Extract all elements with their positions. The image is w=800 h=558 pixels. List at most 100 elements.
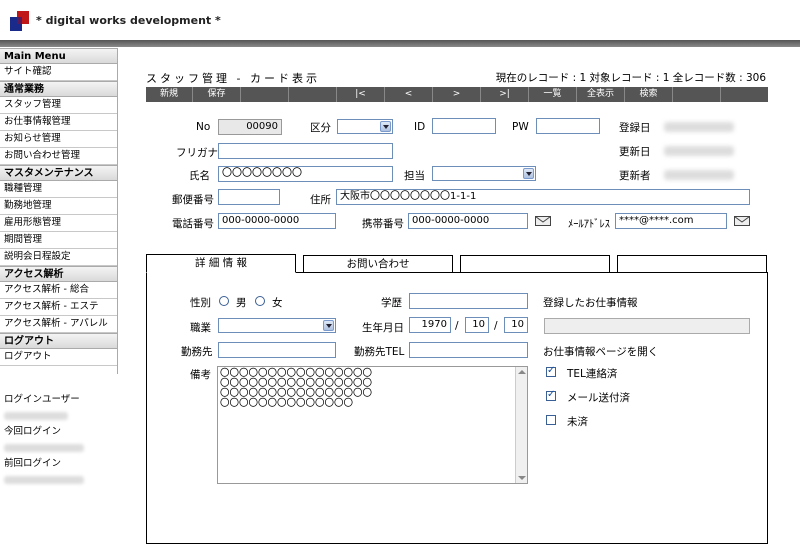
- prev-record-button[interactable]: <: [385, 87, 433, 102]
- tel-contacted-checkbox[interactable]: [546, 365, 556, 377]
- sidebar-item-job-types[interactable]: 職種管理: [0, 181, 117, 198]
- id-label: ID: [414, 121, 426, 133]
- sidebar-item-employment[interactable]: 雇用形態管理: [0, 215, 117, 232]
- pw-field[interactable]: [536, 118, 600, 134]
- notes-text: 〇〇〇〇〇〇〇〇〇〇〇〇〇〇〇〇〇〇〇〇〇〇〇〇〇〇〇〇〇〇〇〇〇〇〇〇〇〇〇〇…: [220, 368, 373, 409]
- sidebar-item-analytics-total[interactable]: アクセス解析 - 総合: [0, 282, 117, 299]
- toolbar: 新規 保存 |< < > >| 一覧 全表示 検索: [146, 87, 768, 102]
- gender-label: 性別: [190, 297, 211, 309]
- gender-male-radio[interactable]: [219, 296, 229, 306]
- birth-day-field[interactable]: 10: [504, 317, 528, 333]
- tab-inquiries[interactable]: お問い合わせ: [303, 255, 453, 273]
- sidebar-item-logout[interactable]: ログアウト: [0, 349, 117, 366]
- birthdate-label: 生年月日: [362, 322, 404, 334]
- next-record-button[interactable]: >: [433, 87, 481, 102]
- toolbar-blank-4: [721, 87, 768, 102]
- show-all-button[interactable]: 全表示: [577, 87, 625, 102]
- previous-login-redacted: [4, 476, 84, 484]
- updater-redacted: [664, 170, 734, 180]
- tab-details[interactable]: 詳 細 情 報: [146, 254, 296, 273]
- gender-female-radio[interactable]: [255, 296, 265, 306]
- sidebar-item-notices[interactable]: お知らせ管理: [0, 131, 117, 148]
- tel-contacted-label: TEL連絡済: [567, 368, 618, 380]
- pending-checkbox[interactable]: [546, 415, 556, 425]
- furigana-field[interactable]: [218, 143, 393, 159]
- search-button[interactable]: 検索: [625, 87, 673, 102]
- current-login-label: 今回ログイン: [4, 426, 62, 437]
- sidebar-item-site-check[interactable]: サイト確認: [0, 64, 117, 81]
- header-divider: [0, 40, 800, 47]
- login-info: ログインユーザー 今回ログイン 前回ログイン: [4, 392, 114, 488]
- workplace-tel-label: 勤務先TEL: [354, 346, 405, 358]
- tab-blank-2[interactable]: [617, 255, 767, 273]
- postal-code-label: 郵便番号: [172, 194, 214, 206]
- new-button[interactable]: 新規: [146, 87, 193, 102]
- date-separator: /: [494, 320, 498, 332]
- list-button[interactable]: 一覧: [529, 87, 577, 102]
- tab-blank-1[interactable]: [460, 255, 610, 273]
- current-login-redacted: [4, 444, 84, 452]
- tanto-select[interactable]: [432, 166, 536, 181]
- job-label: 職業: [190, 322, 211, 334]
- sidebar-item-jobs[interactable]: お仕事情報管理: [0, 114, 117, 131]
- mail-icon[interactable]: [734, 216, 750, 226]
- kubun-label: 区分: [310, 122, 331, 134]
- mail-sent-checkbox[interactable]: [546, 389, 556, 401]
- pw-label: PW: [512, 121, 529, 133]
- job-select[interactable]: [218, 318, 336, 333]
- birth-month-field[interactable]: 10: [465, 317, 489, 333]
- address-field[interactable]: 大阪市〇〇〇〇〇〇〇〇1-1-1: [336, 189, 750, 205]
- updated-date-redacted: [664, 146, 734, 156]
- sidebar-item-locations[interactable]: 勤務地管理: [0, 198, 117, 215]
- record-status: 現在のレコード : 1 対象レコード : 1 全レコード数 : 306: [495, 72, 766, 84]
- mail-icon[interactable]: [535, 216, 551, 226]
- workplace-tel-field[interactable]: [409, 342, 528, 358]
- pending-label: 未済: [567, 416, 588, 428]
- email-field[interactable]: ****@****.com: [615, 213, 727, 229]
- postal-code-field[interactable]: [218, 189, 280, 205]
- last-record-button[interactable]: >|: [481, 87, 529, 102]
- mobile-field[interactable]: 000-0000-0000: [408, 213, 528, 229]
- page-title: スタッフ管理 - カード表示: [146, 72, 320, 85]
- first-record-button[interactable]: |<: [337, 87, 385, 102]
- id-field[interactable]: [432, 118, 496, 134]
- sidebar-item-analytics-apparel[interactable]: アクセス解析 - アパレル: [0, 316, 117, 333]
- sidebar-section-logout: ログアウト: [0, 333, 117, 349]
- open-jobs-link[interactable]: お仕事情報ページを開く: [543, 344, 658, 359]
- toolbar-blank-3: [673, 87, 721, 102]
- logo-icon: [10, 11, 29, 31]
- education-label: 学歴: [381, 297, 402, 309]
- phone-field[interactable]: 000-0000-0000: [218, 213, 336, 229]
- education-field[interactable]: [409, 293, 528, 309]
- sidebar-item-seminar[interactable]: 説明会日程設定: [0, 249, 117, 266]
- birth-year-field[interactable]: 1970: [409, 317, 451, 333]
- sidebar-item-inquiries[interactable]: お問い合わせ管理: [0, 148, 117, 165]
- registered-jobs-field: [544, 318, 750, 334]
- notes-textarea[interactable]: 〇〇〇〇〇〇〇〇〇〇〇〇〇〇〇〇〇〇〇〇〇〇〇〇〇〇〇〇〇〇〇〇〇〇〇〇〇〇〇〇…: [217, 366, 528, 484]
- tanto-label: 担当: [404, 170, 425, 182]
- registered-jobs-label: 登録したお仕事情報: [543, 297, 638, 309]
- no-field: 00090: [218, 119, 282, 135]
- chevron-down-icon: [323, 320, 334, 331]
- name-field[interactable]: 〇〇〇〇〇〇〇〇: [218, 166, 393, 182]
- gender-female-label: 女: [272, 297, 283, 309]
- sidebar-item-periods[interactable]: 期間管理: [0, 232, 117, 249]
- chevron-down-icon: [380, 121, 391, 132]
- updater-label: 更新者: [619, 170, 651, 182]
- login-user-label: ログインユーザー: [4, 394, 80, 405]
- workplace-field[interactable]: [218, 342, 336, 358]
- kubun-select[interactable]: [337, 119, 393, 134]
- save-button[interactable]: 保存: [193, 87, 241, 102]
- phone-label: 電話番号: [172, 218, 214, 230]
- sidebar-item-analytics-esthe[interactable]: アクセス解析 - エステ: [0, 299, 117, 316]
- date-separator: /: [455, 320, 459, 332]
- sidebar-item-staff[interactable]: スタッフ管理: [0, 97, 117, 114]
- notes-scrollbar[interactable]: [515, 367, 527, 483]
- gender-male-label: 男: [236, 297, 247, 309]
- name-label: 氏名: [189, 170, 210, 182]
- login-user-redacted: [4, 412, 68, 420]
- mail-sent-label: メール送付済: [567, 392, 630, 404]
- previous-login-label: 前回ログイン: [4, 458, 62, 469]
- no-label: No: [196, 121, 211, 133]
- chevron-down-icon: [523, 168, 534, 179]
